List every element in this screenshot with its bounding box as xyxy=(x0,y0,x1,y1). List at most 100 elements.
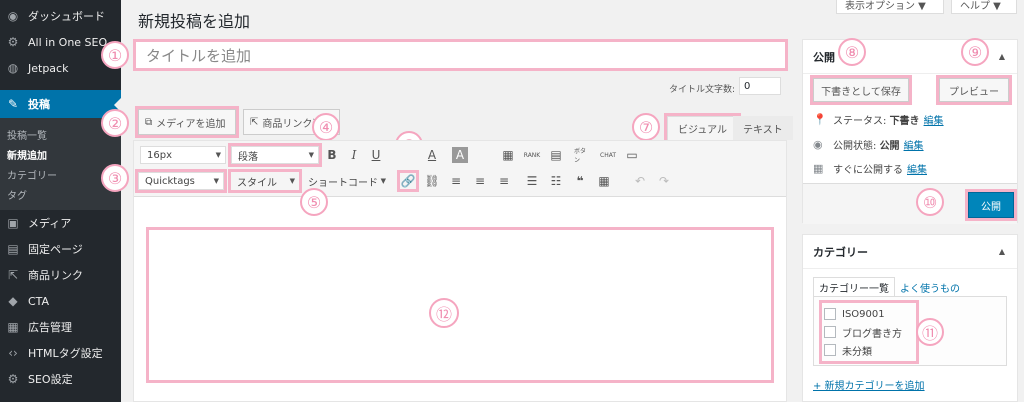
diamond-icon: ◆ xyxy=(8,294,18,308)
add-new-category-link[interactable]: + 新規カテゴリーを追加 xyxy=(813,377,925,392)
redo-icon[interactable]: ↷ xyxy=(656,173,672,189)
underline-icon[interactable]: U xyxy=(368,147,384,163)
annotation-number-8: ⑧ xyxy=(838,38,866,66)
eye-icon: ◉ xyxy=(813,138,823,151)
collapse-icon[interactable]: ▲ xyxy=(999,247,1005,256)
chevron-down-icon: ▼ xyxy=(380,177,386,185)
category-list-panel: ISO9001 ブログ書き方 未分類 xyxy=(813,296,1007,366)
category-box: カテゴリー ▲ カテゴリー一覧 よく使うもの ISO9001 ブログ書き方 未分類… xyxy=(802,234,1018,402)
submenu-item-add-new[interactable]: 新規追加 xyxy=(0,144,121,164)
undo-icon[interactable]: ↶ xyxy=(632,173,648,189)
annotation-number-1: ① xyxy=(101,41,129,69)
italic-icon[interactable]: I xyxy=(346,147,362,163)
bold-icon[interactable]: B xyxy=(324,147,340,163)
gear-icon: ⚙ xyxy=(7,372,19,386)
font-size-select[interactable]: 16px ▼ xyxy=(140,146,226,164)
edit-visibility-link[interactable]: 編集 xyxy=(904,137,924,152)
annotation-number-4: ④ xyxy=(312,113,340,141)
category-item[interactable]: 未分類 xyxy=(824,341,914,359)
annotation-number-9: ⑨ xyxy=(961,38,989,66)
ad-icon: ▦ xyxy=(7,320,19,334)
submenu-item-tags[interactable]: タグ xyxy=(0,184,121,204)
tab-all-categories[interactable]: カテゴリー一覧 xyxy=(813,277,895,297)
help-button[interactable]: ヘルプ ▼ xyxy=(951,0,1017,14)
preview-button[interactable]: プレビュー xyxy=(936,75,1012,105)
sidebar-item-pages[interactable]: ▤ 固定ページ xyxy=(0,236,121,262)
category-list: ISO9001 ブログ書き方 未分類 xyxy=(819,300,919,364)
save-draft-button[interactable]: 下書きとして保存 xyxy=(810,75,912,105)
gear-icon: ⚙ xyxy=(7,35,19,49)
checkbox[interactable] xyxy=(824,326,836,338)
unlink-icon[interactable]: ⛓ xyxy=(424,173,440,189)
table-insert-icon[interactable]: ▦ xyxy=(596,173,612,189)
numbered-list-icon[interactable]: ☷ xyxy=(548,173,564,189)
title-char-count-label: タイトル文字数: xyxy=(669,85,736,95)
link-icon: ⇱ xyxy=(7,268,19,282)
jetpack-icon: ◍ xyxy=(7,61,19,75)
editor: 16px ▼ 段落 ▼ B I U A A ▦ RANK ▤ ボタン CHAT ▭ … xyxy=(133,140,787,402)
dashboard-icon: ◉ xyxy=(7,9,19,23)
chevron-down-icon: ▼ xyxy=(289,177,295,185)
insert-link-icon[interactable]: 🔗 xyxy=(397,170,419,192)
sidebar-item-dashboard[interactable]: ◉ ダッシュボード xyxy=(0,3,121,29)
edit-status-link[interactable]: 編集 xyxy=(924,112,944,127)
checkbox[interactable] xyxy=(824,308,836,320)
post-title-input[interactable]: タイトルを追加 xyxy=(133,39,788,71)
sidebar-item-media[interactable]: ▣ メディア xyxy=(0,210,121,236)
button-set-icon[interactable]: ボタン xyxy=(574,147,590,164)
code-icon: ‹› xyxy=(8,346,18,360)
text-color-icon[interactable]: A xyxy=(424,147,440,163)
chevron-down-icon: ▼ xyxy=(308,151,314,159)
visibility-row: ◉ 公開状態: 公開 編集 xyxy=(813,137,924,152)
sidebar-item-html-tags[interactable]: ‹› HTMLタグ設定 xyxy=(0,340,121,366)
sidebar-item-seo[interactable]: ⚙ SEO設定 xyxy=(0,366,121,392)
bullet-list-icon[interactable]: ☰ xyxy=(524,173,540,189)
align-right-icon[interactable]: ≡ xyxy=(496,173,512,189)
screen-options-button[interactable]: 表示オプション ▼ xyxy=(836,0,944,14)
edit-schedule-link[interactable]: 編集 xyxy=(907,161,927,176)
status-row: 📍 ステータス: 下書き 編集 xyxy=(813,112,944,127)
annotation-number-5: ⑤ xyxy=(300,188,328,216)
background-color-icon[interactable]: A xyxy=(452,147,468,163)
schedule-row: ▦ すぐに公開する 編集 xyxy=(813,161,927,176)
category-box-header[interactable]: カテゴリー ▲ xyxy=(803,235,1017,269)
paragraph-format-select[interactable]: 段落 ▼ xyxy=(228,143,322,167)
annotation-number-10: ⑩ xyxy=(916,188,944,216)
align-center-icon[interactable]: ≡ xyxy=(472,173,488,189)
tab-most-used[interactable]: よく使うもの xyxy=(895,277,965,297)
sidebar-item-product-links[interactable]: ⇱ 商品リンク xyxy=(0,262,121,288)
tab-visual[interactable]: ビジュアル xyxy=(664,113,741,143)
annotation-number-12: ⑫ xyxy=(429,298,459,328)
list-table-icon[interactable]: ▤ xyxy=(548,147,564,163)
pin-icon: ✎ xyxy=(7,97,19,111)
posts-submenu: 投稿一覧 新規追加 カテゴリー タグ xyxy=(0,118,121,210)
annotation-number-7: ⑦ xyxy=(632,113,660,141)
style-select[interactable]: スタイル ▼ xyxy=(228,169,302,193)
sidebar-item-ads[interactable]: ▦ 広告管理 xyxy=(0,314,121,340)
chat-icon[interactable]: CHAT xyxy=(600,147,616,163)
chevron-down-icon: ▼ xyxy=(215,151,221,159)
rank-icon[interactable]: RANK xyxy=(524,147,540,163)
tab-text[interactable]: テキスト xyxy=(733,116,793,140)
collapse-icon[interactable]: ▲ xyxy=(999,52,1005,61)
box-icon[interactable]: ▭ xyxy=(624,147,640,163)
post-content-area[interactable] xyxy=(146,227,774,383)
title-char-count-field: 0 xyxy=(739,77,781,95)
annotation-number-3: ③ xyxy=(101,164,129,192)
media-icon: ⧉ xyxy=(145,116,153,128)
category-item[interactable]: ブログ書き方 xyxy=(824,323,914,341)
quicktags-select[interactable]: Quicktags ▼ xyxy=(135,169,227,193)
annotation-number-2: ② xyxy=(101,109,129,137)
checkbox[interactable] xyxy=(824,344,836,356)
table-icon[interactable]: ▦ xyxy=(500,147,516,163)
sidebar-item-cta[interactable]: ◆ CTA xyxy=(0,288,121,314)
category-item[interactable]: ISO9001 xyxy=(824,305,914,323)
pin-icon: 📍 xyxy=(813,113,827,126)
annotation-number-11: ⑪ xyxy=(916,318,944,346)
blockquote-icon[interactable]: ❝ xyxy=(572,173,588,189)
publish-button[interactable]: 公開 xyxy=(965,189,1017,221)
align-left-icon[interactable]: ≡ xyxy=(448,173,464,189)
editor-toolbar: 16px ▼ 段落 ▼ B I U A A ▦ RANK ▤ ボタン CHAT ▭ … xyxy=(134,141,786,197)
add-media-button[interactable]: ⧉ メディアを追加 xyxy=(135,106,239,138)
external-link-icon: ⇱ xyxy=(250,116,259,128)
